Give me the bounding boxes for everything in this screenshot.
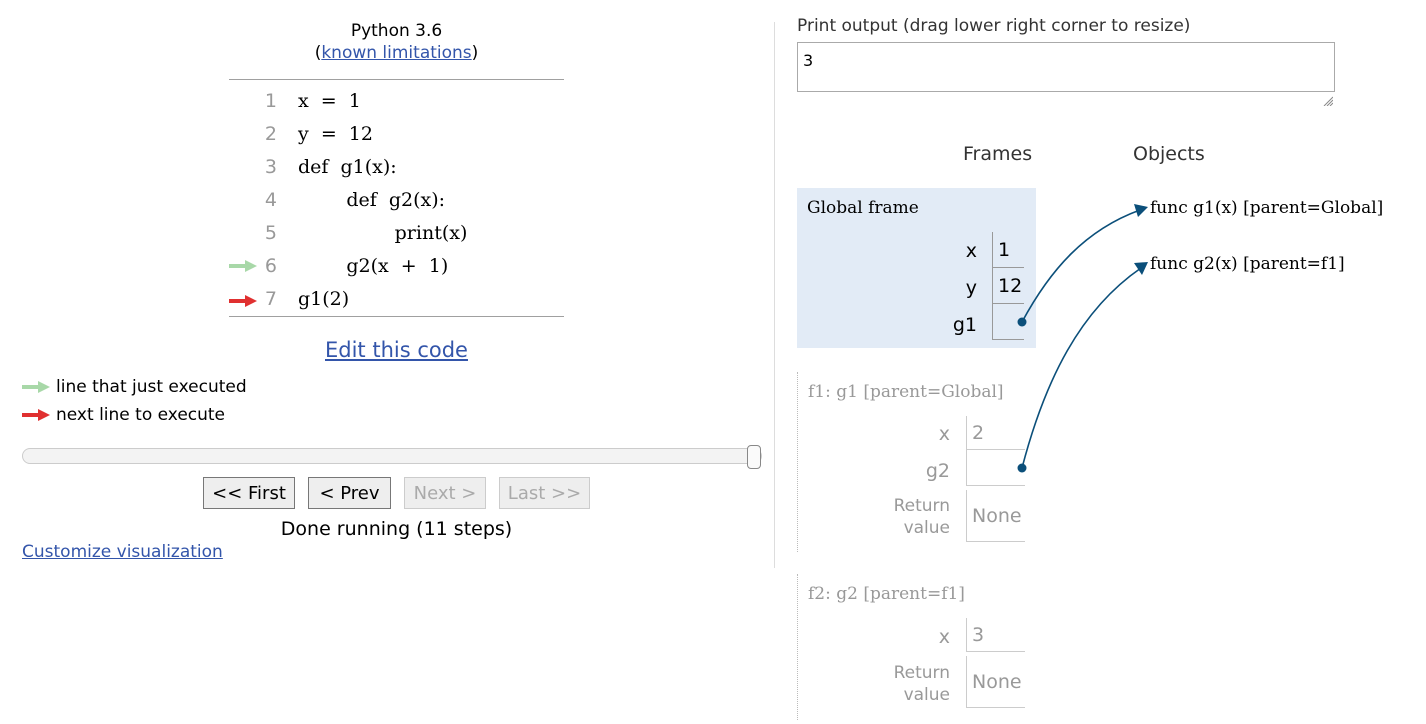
code-line-6: 6 g2(x + 1)	[229, 250, 564, 283]
var-name-g1: g1	[952, 314, 977, 336]
code-text: print(x)	[298, 222, 468, 244]
code-text: g2(x + 1)	[298, 255, 449, 277]
red-arrow-icon	[229, 295, 257, 307]
print-output-text: 3	[803, 51, 814, 70]
var-name-x: x	[938, 626, 950, 648]
column-divider	[774, 22, 775, 568]
last-button[interactable]: Last >>	[499, 477, 590, 509]
return-label-line2: value	[903, 518, 950, 538]
return-label: Return value	[868, 495, 950, 539]
frame-title: f2: g2 [parent=f1]	[808, 584, 965, 604]
run-status: Done running (11 steps)	[280, 518, 513, 540]
legend-green-label: line that just executed	[56, 377, 247, 397]
code-text: y = 12	[298, 123, 373, 145]
edit-code-link-wrap: Edit this code	[229, 338, 564, 362]
step-slider-handle[interactable]	[747, 445, 761, 469]
return-label-line2: value	[903, 685, 950, 705]
code-line-3: 3 def g1(x):	[229, 151, 564, 184]
line-number: 4	[264, 189, 277, 211]
code-line-1: 1 x = 1	[229, 85, 564, 118]
return-value: None	[966, 490, 1025, 542]
return-label-line1: Return	[893, 496, 950, 516]
var-value-g1	[992, 304, 1024, 340]
var-value-x: 1	[992, 232, 1024, 268]
var-name-y: y	[965, 277, 977, 299]
frame-title: f1: g1 [parent=Global]	[808, 382, 1004, 402]
limitations-line: (known limitations)	[229, 43, 564, 63]
return-label: Return value	[868, 662, 950, 706]
known-limitations-link[interactable]: known limitations	[321, 43, 471, 63]
code-text: g1(2)	[298, 288, 350, 310]
var-name-g2: g2	[925, 460, 950, 482]
legend-green: line that just executed	[22, 376, 247, 398]
var-value-x: 3	[966, 618, 1025, 652]
var-value-g2	[966, 450, 1025, 486]
print-output-label: Print output (drag lower right corner to…	[797, 16, 1191, 36]
return-label-line1: Return	[893, 663, 950, 683]
code-line-5: 5 print(x)	[229, 217, 564, 250]
next-button[interactable]: Next >	[404, 477, 486, 509]
line-number: 2	[264, 123, 277, 145]
line-number: 1	[264, 90, 277, 112]
line-number: 7	[264, 288, 277, 310]
line-number: 3	[264, 156, 277, 178]
object-func-g1: func g1(x) [parent=Global]	[1150, 198, 1384, 218]
code-line-4: 4 def g2(x):	[229, 184, 564, 217]
code-text: def g2(x):	[298, 189, 446, 211]
customize-visualization-link[interactable]: Customize visualization	[22, 542, 223, 562]
var-value-x: 2	[966, 416, 1025, 450]
frame-title: Global frame	[807, 198, 919, 218]
code-text: x = 1	[298, 90, 361, 112]
resize-handle-icon[interactable]	[1323, 96, 1333, 106]
var-value-y: 12	[992, 268, 1024, 304]
green-arrow-icon	[22, 381, 50, 393]
code-listing: 1 x = 1 2 y = 12 3 def g1(x): 4 def g2(x…	[229, 79, 564, 317]
frame-f1: f1: g1 [parent=Global] x 2 g2 Return val…	[797, 372, 1038, 552]
pointer-g1-to-func-g1	[1017, 204, 1148, 327]
line-number: 6	[264, 255, 277, 277]
frames-header: Frames	[963, 143, 1033, 165]
step-slider-track[interactable]	[22, 448, 762, 464]
return-value: None	[966, 656, 1025, 708]
print-output-box[interactable]: 3	[797, 42, 1335, 92]
paren-close: )	[471, 43, 479, 63]
language-label: Python 3.6	[350, 21, 443, 41]
legend-red-label: next line to execute	[56, 405, 226, 425]
code-text: def g1(x):	[298, 156, 397, 178]
green-arrow-icon	[229, 260, 257, 272]
objects-header: Objects	[1133, 143, 1205, 165]
object-func-g2: func g2(x) [parent=f1]	[1150, 254, 1345, 274]
legend-red: next line to execute	[22, 404, 225, 426]
global-frame: Global frame x 1 y 12 g1	[797, 188, 1036, 348]
frame-f2: f2: g2 [parent=f1] x 3 Return value None	[797, 574, 1038, 720]
red-arrow-icon	[22, 409, 50, 421]
first-button[interactable]: << First	[203, 477, 295, 509]
var-name-x: x	[965, 240, 977, 262]
var-name-x: x	[938, 423, 950, 445]
pointer-arrows	[1017, 204, 1148, 473]
code-line-2: 2 y = 12	[229, 118, 564, 151]
code-line-7: 7 g1(2)	[229, 283, 564, 316]
edit-code-link[interactable]: Edit this code	[325, 338, 468, 362]
prev-button[interactable]: < Prev	[308, 477, 391, 509]
line-number: 5	[264, 222, 277, 244]
